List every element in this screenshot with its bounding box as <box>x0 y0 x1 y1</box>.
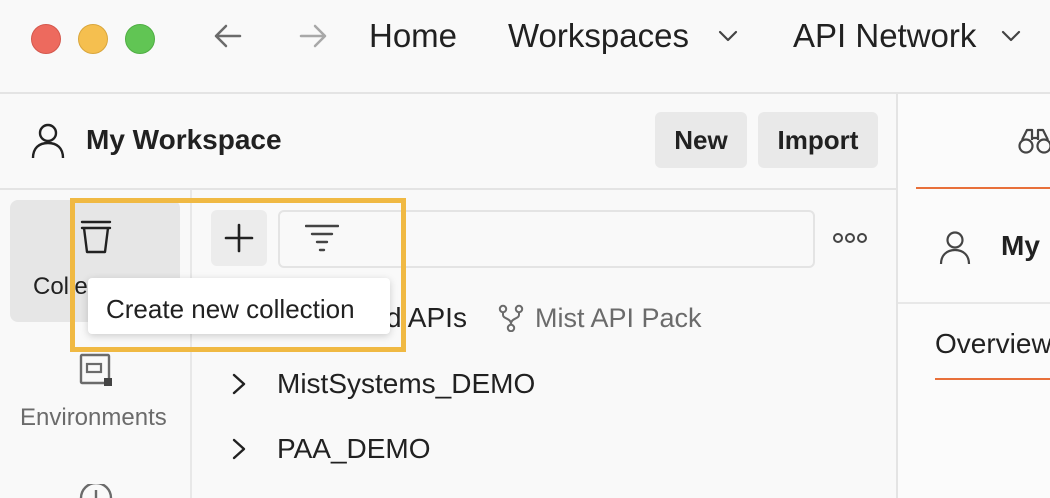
chevron-down-icon[interactable] <box>1001 29 1021 43</box>
maximize-window-button[interactable] <box>125 24 155 54</box>
new-button[interactable]: New <box>655 112 747 168</box>
fork-icon <box>498 304 524 332</box>
nav-workspaces[interactable]: Workspaces <box>508 16 689 56</box>
user-icon <box>939 231 971 265</box>
panel-divider <box>898 302 1050 304</box>
panel-user-name: My <box>1001 230 1040 261</box>
tree-item-mistsystems-demo[interactable]: MistSystems_DEMO <box>277 366 535 402</box>
user-icon <box>31 123 65 159</box>
sidebar-item-environments[interactable]: Environments <box>20 403 167 433</box>
history-icon[interactable] <box>78 484 114 498</box>
nav-home[interactable]: Home <box>369 16 457 56</box>
back-arrow-icon[interactable] <box>210 18 246 54</box>
chevron-right-icon[interactable] <box>230 437 248 461</box>
workspace-title: My Workspace <box>86 124 282 155</box>
environments-icon <box>79 353 112 386</box>
import-button[interactable]: Import <box>758 112 878 168</box>
nav-api-network[interactable]: API Network <box>793 16 976 56</box>
chevron-down-icon[interactable] <box>718 29 738 43</box>
overview-tab-indicator <box>935 378 1050 380</box>
tab-overview[interactable]: Overview <box>935 326 1050 362</box>
forward-arrow-icon[interactable] <box>295 18 331 54</box>
active-tab-indicator <box>916 187 1050 189</box>
chevron-right-icon[interactable] <box>230 372 248 396</box>
tree-item-paa-demo[interactable]: PAA_DEMO <box>277 431 431 467</box>
more-options-icon[interactable] <box>832 230 868 246</box>
fork-label: Mist API Pack <box>535 303 702 333</box>
minimize-window-button[interactable] <box>78 24 108 54</box>
binoculars-icon[interactable] <box>1018 126 1050 156</box>
highlight-box <box>70 198 406 352</box>
close-window-button[interactable] <box>31 24 61 54</box>
